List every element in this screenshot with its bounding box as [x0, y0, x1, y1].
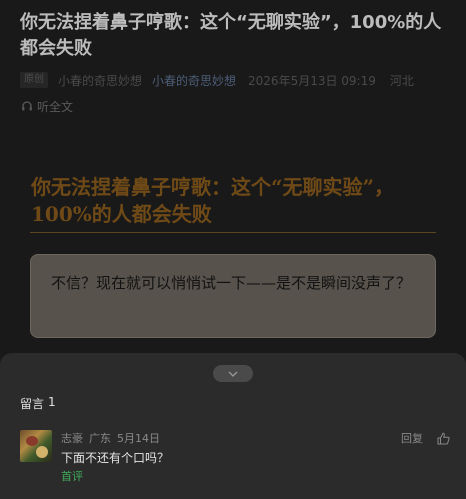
avatar[interactable] — [20, 430, 52, 462]
comments-number: 1 — [48, 395, 56, 409]
comment-date: 5月14日 — [117, 432, 160, 445]
article-meta: 原创 小春的奇思妙想 小春的奇思妙想 2026年5月13日 09:19 河北 — [20, 71, 460, 89]
reply-button[interactable]: 回复 — [401, 430, 423, 446]
collapse-sheet-button[interactable] — [213, 365, 253, 382]
quote-box: 不信？现在就可以悄悄试一下——是不是瞬间没声了？ — [30, 254, 436, 338]
comment-text: 下面不还有个口吗？ — [61, 451, 170, 465]
listen-label: 听全文 — [37, 99, 74, 114]
comment-meta: 志豪 广东 5月14日 — [61, 430, 160, 446]
headline-divider — [30, 232, 436, 233]
thumbs-up-icon[interactable] — [437, 432, 450, 445]
chevron-down-icon — [228, 371, 238, 377]
author-name[interactable]: 小春的奇思妙想 — [58, 72, 142, 89]
first-comment-tag: 首评 — [61, 470, 83, 483]
comment-location: 广东 — [89, 432, 111, 445]
publish-date: 2026年5月13日 09:19 — [248, 73, 376, 88]
article-title: 你无法捏着鼻子哼歌：这个“无聊实验”，100%的人都会失败 — [20, 12, 442, 59]
account-link[interactable]: 小春的奇思妙想 — [152, 72, 236, 89]
comments-count: 留言 1 — [20, 395, 56, 412]
original-badge: 原创 — [20, 72, 48, 88]
publish-location: 河北 — [389, 73, 414, 88]
comments-sheet: 留言 1 志豪 广东 5月14日 回复 下面不还有个口吗？ 首评 — [0, 353, 466, 499]
comment-item: 志豪 广东 5月14日 回复 下面不还有个口吗？ 首评 — [20, 430, 450, 490]
comment-actions: 回复 — [401, 430, 450, 446]
listen-button[interactable]: 听全文 — [21, 97, 73, 115]
comment-author[interactable]: 志豪 — [61, 430, 83, 446]
comments-title: 留言 — [20, 397, 45, 411]
quote-text: 不信？现在就可以悄悄试一下——是不是瞬间没声了？ — [51, 274, 412, 292]
headphones-icon — [22, 101, 32, 111]
article-headline: 你无法捏着鼻子哼歌：这个“无聊实验”，100%的人都会失败 — [31, 175, 395, 226]
